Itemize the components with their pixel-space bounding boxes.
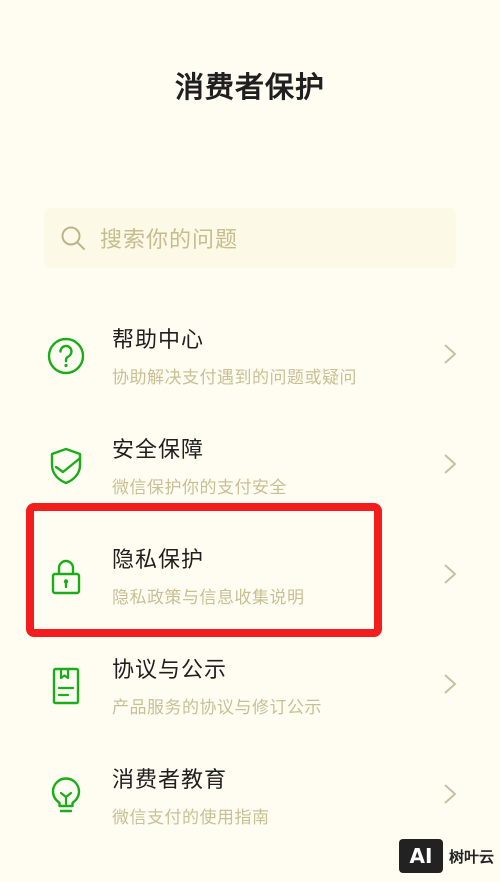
chevron-right-icon (442, 563, 458, 585)
lightbulb-icon (46, 776, 86, 816)
page-title: 消费者保护 (174, 70, 325, 104)
search-icon (60, 225, 86, 251)
chevron-right-icon (442, 343, 458, 365)
watermark-logo: AI (398, 839, 443, 873)
watermark: AI 树叶云 (398, 838, 494, 874)
menu-item-agreements[interactable]: 协议与公示 产品服务的协议与修订公示 (26, 630, 476, 740)
menu-item-security[interactable]: 安全保障 微信保护你的支付安全 (26, 410, 476, 520)
menu-item-help-center[interactable]: 帮助中心 协助解决支付遇到的问题或疑问 (26, 300, 476, 410)
menu-item-title: 帮助中心 (112, 328, 205, 353)
document-icon (46, 666, 86, 706)
lock-icon (46, 556, 86, 596)
chevron-right-icon (442, 783, 458, 805)
menu-item-title: 安全保障 (112, 438, 205, 463)
help-question-icon (46, 336, 86, 376)
chevron-right-icon (442, 673, 458, 695)
menu-item-title: 隐私保护 (112, 548, 205, 573)
shield-check-icon (46, 446, 86, 486)
watermark-text: 树叶云 (448, 847, 494, 866)
menu-item-privacy[interactable]: 隐私保护 隐私政策与信息收集说明 (26, 520, 476, 630)
search-placeholder: 搜索你的问题 (100, 228, 239, 253)
menu-item-subtitle: 微信支付的使用指南 (112, 808, 270, 828)
search-bar[interactable]: 搜索你的问题 (44, 208, 456, 268)
menu-item-subtitle: 隐私政策与信息收集说明 (112, 588, 305, 608)
menu-item-subtitle: 微信保护你的支付安全 (112, 478, 287, 498)
menu-item-subtitle: 产品服务的协议与修订公示 (112, 698, 322, 718)
menu-item-title: 消费者教育 (112, 768, 228, 793)
menu-item-title: 协议与公示 (112, 658, 228, 683)
menu-list: 帮助中心 协助解决支付遇到的问题或疑问 安全保障 微信保护你的支付安全 隐私保护… (26, 300, 476, 850)
menu-item-subtitle: 协助解决支付遇到的问题或疑问 (112, 368, 357, 388)
chevron-right-icon (442, 453, 458, 475)
page: 消费者保护 搜索你的问题 帮助中心 协助解决支付遇到的问题或疑问 安全保障 微信… (0, 0, 500, 882)
menu-item-consumer-education[interactable]: 消费者教育 微信支付的使用指南 (26, 740, 476, 850)
